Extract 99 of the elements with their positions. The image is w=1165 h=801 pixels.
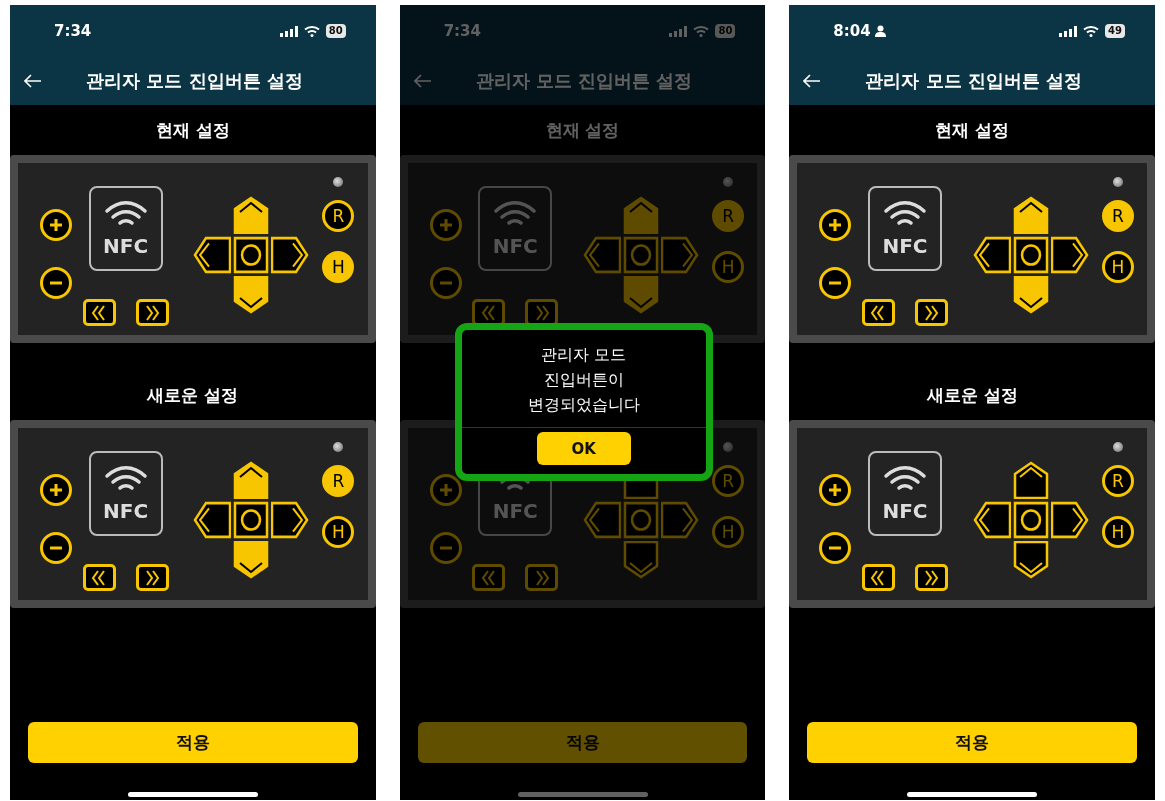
status-time: 8:04	[833, 22, 871, 40]
down-arrow-key[interactable]	[1012, 541, 1049, 579]
center-key[interactable]	[1012, 501, 1049, 539]
minus-icon	[49, 281, 63, 285]
section-title: 새로운 설정	[925, 384, 1019, 407]
rewind-key[interactable]	[82, 299, 116, 326]
down-arrow-key[interactable]	[233, 541, 270, 579]
wifi-icon	[693, 25, 710, 37]
plus-icon	[828, 483, 843, 497]
plus-key[interactable]	[40, 474, 72, 506]
rewind-key[interactable]	[861, 299, 895, 326]
person-icon	[874, 25, 886, 37]
minus-key[interactable]	[40, 267, 72, 299]
signal-icon	[669, 25, 688, 37]
page-title: 관리자 모드 진입버튼 설정	[86, 69, 303, 93]
nfc-key[interactable]: NFC	[88, 451, 163, 536]
rewind-key[interactable]	[861, 564, 895, 591]
rewind-key[interactable]	[82, 564, 116, 591]
right-arrow-key[interactable]	[271, 501, 310, 539]
double-chevron-right-icon	[922, 568, 941, 587]
wifi-icon	[1083, 25, 1100, 37]
indicator-light	[723, 442, 734, 452]
indicator-light	[723, 177, 734, 187]
signal-icon	[279, 25, 298, 37]
plus-icon	[49, 218, 63, 232]
ok-button[interactable]: OK	[536, 432, 631, 465]
double-chevron-right-icon	[143, 303, 162, 322]
double-chevron-right-icon	[143, 568, 162, 587]
apply-button[interactable]: 적용	[28, 722, 358, 763]
minus-icon	[828, 281, 843, 285]
back-arrow-icon[interactable]	[803, 74, 822, 88]
letter-key[interactable]: H	[1101, 516, 1134, 548]
plus-icon	[438, 483, 453, 497]
center-key[interactable]	[1012, 236, 1049, 274]
plus-key[interactable]	[40, 209, 72, 241]
plus-icon	[49, 483, 63, 497]
up-arrow-key[interactable]	[1012, 461, 1049, 499]
indicator-light	[333, 177, 344, 187]
battery-indicator: 80	[325, 24, 346, 38]
letter-key[interactable]: H	[322, 251, 355, 283]
double-chevron-left-icon	[479, 303, 498, 322]
nfc-key[interactable]: NFC	[867, 451, 942, 536]
down-arrow-key[interactable]	[1012, 276, 1049, 314]
plus-key[interactable]	[819, 209, 852, 241]
left-arrow-key[interactable]	[193, 236, 232, 274]
forward-key[interactable]	[914, 564, 948, 591]
section-title: 현재 설정	[934, 119, 1011, 142]
letter-key[interactable]: R	[1101, 465, 1134, 497]
indicator-light	[1112, 442, 1123, 452]
nfc-key[interactable]: NFC	[88, 186, 163, 271]
minus-key[interactable]	[40, 532, 72, 564]
up-arrow-key[interactable]	[233, 196, 270, 234]
battery-indicator: 80	[715, 24, 736, 38]
right-arrow-key[interactable]	[1050, 501, 1089, 539]
right-arrow-key[interactable]	[1050, 236, 1089, 274]
minus-key[interactable]	[819, 532, 852, 564]
double-chevron-left-icon	[479, 568, 498, 587]
forward-key[interactable]	[914, 299, 948, 326]
section-title: 현재 설정	[544, 119, 621, 142]
minus-key[interactable]	[819, 267, 852, 299]
plus-key[interactable]	[819, 474, 852, 506]
page-title: 관리자 모드 진입버튼 설정	[865, 69, 1083, 93]
plus-icon	[438, 218, 453, 232]
letter-key[interactable]: R	[322, 465, 355, 497]
wifi-icon	[303, 25, 320, 37]
forward-key[interactable]	[135, 299, 169, 326]
right-arrow-key[interactable]	[271, 236, 310, 274]
apply-button[interactable]: 적용	[807, 722, 1137, 763]
down-arrow-key[interactable]	[233, 276, 270, 314]
section-title: 새로운 설정	[146, 384, 240, 407]
center-key[interactable]	[233, 501, 270, 539]
status-time: 7:34	[443, 22, 481, 40]
left-arrow-key[interactable]	[193, 501, 232, 539]
section-title: 현재 설정	[154, 119, 231, 142]
letter-key[interactable]: H	[322, 516, 355, 548]
letter-key[interactable]: H	[1101, 251, 1134, 283]
center-key[interactable]	[233, 236, 270, 274]
minus-icon	[438, 281, 453, 285]
dialog-message: 관리자 모드 진입버튼이 변경되었습니다	[461, 330, 706, 428]
up-arrow-key[interactable]	[233, 461, 270, 499]
minus-icon	[49, 546, 63, 550]
battery-indicator: 49	[1105, 24, 1125, 38]
up-arrow-key[interactable]	[1012, 196, 1049, 234]
minus-icon	[828, 546, 843, 550]
signal-icon	[1059, 25, 1078, 37]
left-arrow-key[interactable]	[972, 236, 1011, 274]
letter-key[interactable]: R	[1101, 200, 1134, 232]
nfc-key[interactable]: NFC	[867, 186, 942, 271]
left-arrow-key[interactable]	[972, 501, 1011, 539]
letter-key[interactable]: R	[322, 200, 355, 232]
back-arrow-icon[interactable]	[24, 74, 42, 88]
plus-icon	[828, 218, 843, 232]
double-chevron-right-icon	[922, 303, 941, 322]
page-title: 관리자 모드 진입버튼 설정	[475, 69, 693, 93]
indicator-light	[1112, 177, 1123, 187]
forward-key[interactable]	[135, 564, 169, 591]
status-time: 7:34	[54, 22, 92, 40]
indicator-light	[333, 442, 344, 452]
minus-icon	[438, 546, 453, 550]
